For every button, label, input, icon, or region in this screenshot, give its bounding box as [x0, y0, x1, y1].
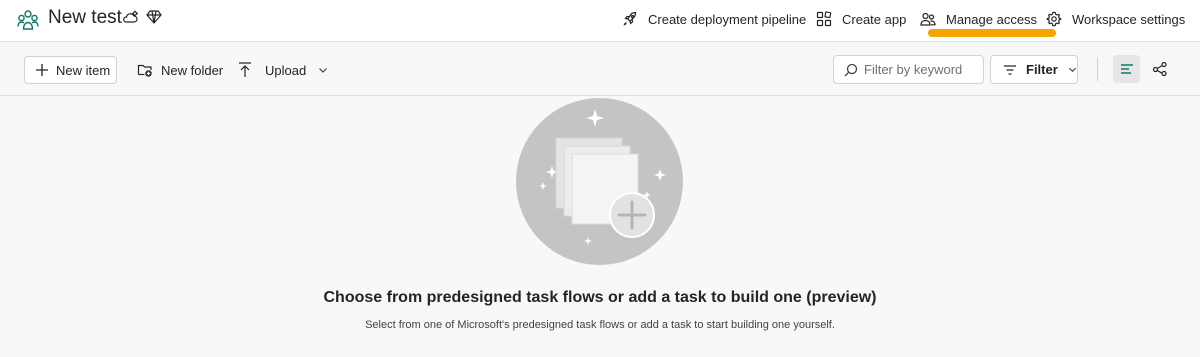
empty-state-subtitle: Select from one of Microsoft's predesign… [365, 319, 835, 331]
lineage-view-icon[interactable] [1152, 61, 1168, 77]
upload-button[interactable]: Upload [238, 56, 328, 84]
search-icon [844, 63, 858, 76]
gear-icon [1046, 11, 1062, 27]
create-deployment-pipeline-label: Create deployment pipeline [648, 11, 807, 27]
create-app-button[interactable]: Create app [816, 0, 906, 38]
people-icon [920, 12, 936, 26]
workspace-settings-button[interactable]: Workspace settings [1046, 0, 1185, 38]
new-item-label: New item [56, 62, 111, 78]
filter-label: Filter [1026, 62, 1058, 77]
create-app-label: Create app [842, 11, 907, 27]
empty-state-title: Choose from predesigned task flows or ad… [323, 289, 877, 306]
task-flow-empty-illustration [516, 98, 683, 265]
filter-lines-icon [1004, 64, 1016, 75]
create-deployment-pipeline-button[interactable]: Create deployment pipeline [622, 0, 806, 38]
chevron-down-icon [319, 68, 328, 73]
workspace-header: New test Create deployment pipeline Crea… [0, 0, 1200, 42]
plus-icon [36, 64, 48, 76]
new-folder-button[interactable]: New folder [137, 56, 223, 84]
cloud-gear-badge-icon[interactable] [122, 9, 140, 27]
list-view-icon [1120, 64, 1133, 74]
filter-by-keyword-search[interactable] [833, 55, 984, 84]
chevron-down-icon [1068, 67, 1076, 73]
list-view-button[interactable] [1113, 55, 1140, 83]
new-item-button[interactable]: New item [24, 56, 117, 84]
filter-button[interactable]: Filter [990, 55, 1078, 84]
manage-access-label: Manage access [946, 11, 1038, 27]
workspace-settings-label: Workspace settings [1072, 11, 1186, 27]
search-input[interactable] [864, 62, 979, 77]
app-grid-icon [816, 11, 832, 27]
workspace-title: New test [48, 7, 122, 28]
workspace-toolbar: New item New folder Upload Filter [0, 43, 1200, 96]
upload-arrow-icon [239, 62, 251, 77]
premium-diamond-icon[interactable] [146, 9, 162, 25]
rocket-icon [623, 11, 637, 26]
manage-access-highlight-underline [928, 29, 1056, 37]
workspace-people-icon [17, 10, 39, 30]
upload-label: Upload [265, 62, 307, 78]
new-folder-label: New folder [161, 62, 224, 78]
folder-add-icon [137, 64, 152, 77]
toolbar-divider [1097, 57, 1098, 81]
